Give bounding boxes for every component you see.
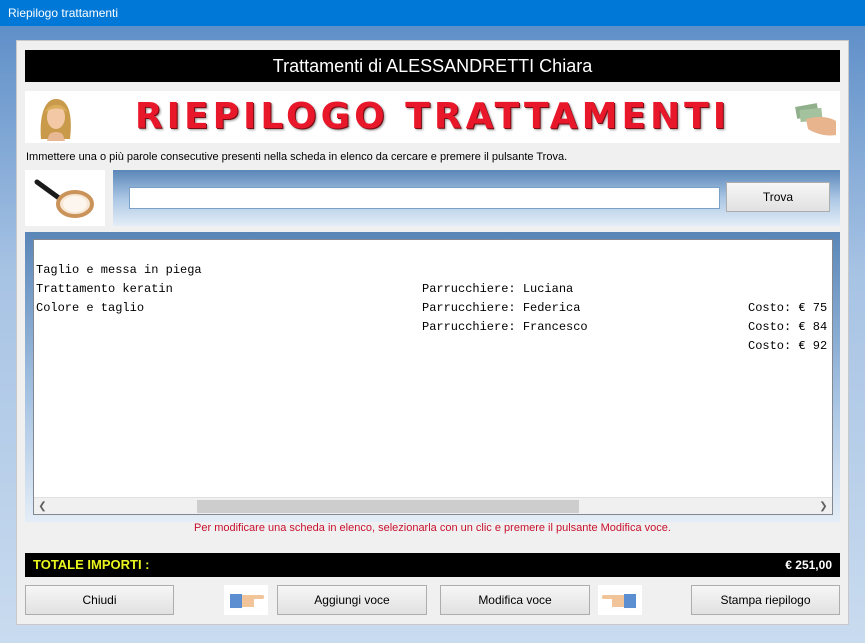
magnifier-icon [34,179,94,218]
treatment-cost: Costo: € 84 [748,320,828,334]
treatment-cost: Costo: € 75 [748,301,828,315]
print-summary-button[interactable]: Stampa riepilogo [691,585,840,615]
list-item[interactable]: Colore e taglio Parrucchiere: Francesco … [36,280,832,353]
search-input[interactable] [129,187,720,209]
scroll-left-icon[interactable]: ❮ [34,498,51,514]
find-button[interactable]: Trova [726,182,830,212]
treatment-hairdresser: Parrucchiere: Francesco [422,320,588,334]
window-title: Riepilogo trattamenti [0,0,865,26]
banner: RIEPILOGO TRATTAMENTI [25,91,840,143]
pointing-hand-icon [224,585,268,615]
list-frame: Taglio e messa in piega Parrucchiere: Lu… [25,232,840,522]
pointing-hand-icon [598,585,642,615]
treatment-name: Colore e taglio [36,301,145,315]
close-button[interactable]: Chiudi [25,585,174,615]
total-bar: TOTALE IMPORTI : € 251,00 [25,553,840,577]
add-item-button[interactable]: Aggiungi voce [277,585,427,615]
search-area: Trova [113,170,840,226]
edit-hint: Per modificare una scheda in elenco, sel… [194,522,671,534]
magnifier-panel [25,170,105,226]
total-value: € 251,00 [785,558,832,572]
treatment-cost: Costo: € 92 [748,339,828,353]
instructions-text: Immettere una o più parole consecutive p… [26,151,568,163]
scroll-right-icon[interactable]: ❯ [815,498,832,514]
page-header: Trattamenti di ALESSANDRETTI Chiara [25,50,840,82]
list-item[interactable]: Trattamento keratin Parrucchiere: Federi… [36,261,832,334]
horizontal-scrollbar[interactable]: ❮ ❯ [34,497,832,514]
scrollbar-thumb[interactable] [197,500,579,513]
treatment-hairdresser: Parrucchiere: Federica [422,301,581,315]
banner-title: RIEPILOGO TRATTAMENTI [134,96,731,137]
list-item[interactable]: Taglio e messa in piega Parrucchiere: Lu… [36,242,832,315]
treatments-list[interactable]: Taglio e messa in piega Parrucchiere: Lu… [33,239,833,515]
total-label: TOTALE IMPORTI : [33,557,150,572]
edit-item-button[interactable]: Modifica voce [440,585,590,615]
money-hand-icon [795,103,836,136]
